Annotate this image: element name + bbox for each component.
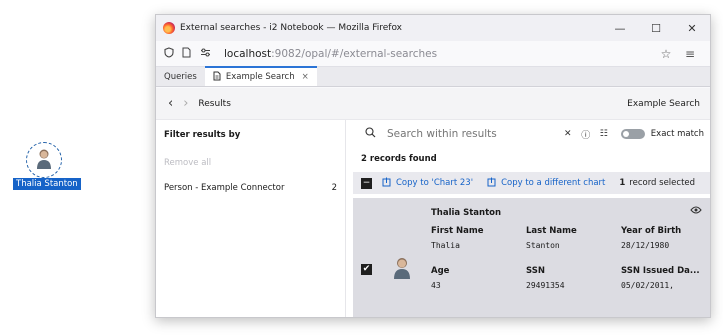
tab-close-icon[interactable]: × — [302, 72, 309, 82]
info-icon[interactable]: ⓘ — [577, 128, 595, 141]
url-host: localhost — [224, 47, 272, 60]
field-label-year-of-birth: Year of Birth — [621, 226, 682, 236]
selected-count: 1 — [619, 178, 626, 188]
selected-text: record selected — [629, 178, 696, 188]
copy-to-different-label: Copy to a different chart — [501, 178, 606, 188]
app-tab-bar: Queries Example Search × — [156, 66, 710, 87]
field-label-last-name: Last Name — [526, 226, 577, 236]
bookmark-star-icon[interactable]: ☆ — [654, 47, 678, 61]
navigation-bar: localhost:9082/opal/#/external-searches … — [156, 41, 710, 67]
field-value-first-name: Thalia — [431, 241, 460, 250]
field-label-ssn: SSN — [526, 266, 545, 276]
field-value-last-name: Stanton — [526, 241, 560, 250]
search-icon — [365, 127, 387, 141]
results-panel: ✕ ⓘ ☷ Exact match 2 records found − Copy… — [353, 120, 710, 317]
exact-match-label: Exact match — [650, 129, 704, 139]
maximize-button[interactable]: ☐ — [638, 22, 674, 35]
eye-icon[interactable] — [690, 206, 702, 217]
field-value-ssn: 29491354 — [526, 281, 565, 290]
copy-chart-icon — [382, 177, 391, 190]
result-record-row[interactable]: Thalia Stanton First Name Thalia Last Na… — [353, 198, 710, 317]
page-title: Results — [198, 98, 231, 109]
person-icon — [394, 258, 410, 279]
select-all-checkbox[interactable]: − — [361, 177, 372, 189]
filter-title: Filter results by — [164, 130, 241, 140]
selection-action-bar: − Copy to 'Chart 23' Copy to a different… — [353, 172, 710, 194]
exact-match-toggle[interactable] — [620, 129, 645, 139]
copy-to-chart-label: Copy to 'Chart 23' — [396, 178, 474, 188]
field-value-ssn-issued: 05/02/2011, — [621, 281, 674, 290]
breadcrumb: ‹ › Results Example Search — [156, 88, 710, 120]
results-count: 2 records found — [361, 154, 437, 164]
search-input[interactable] — [387, 128, 559, 140]
document-icon — [213, 71, 221, 84]
app-content: ‹ › Results Example Search Filter result… — [156, 88, 710, 317]
back-chevron-icon[interactable]: ‹ — [168, 96, 173, 111]
clear-search-icon[interactable]: ✕ — [559, 129, 577, 139]
search-name: Example Search — [627, 98, 700, 109]
person-icon — [37, 149, 51, 169]
minimize-button[interactable]: — — [602, 22, 638, 35]
permissions-icon[interactable] — [200, 47, 218, 60]
tab-queries[interactable]: Queries — [156, 67, 205, 86]
record-checkbox[interactable]: ✔ — [361, 264, 372, 275]
close-window-button[interactable]: ✕ — [674, 22, 710, 35]
field-value-age: 43 — [431, 281, 441, 290]
search-options-icon[interactable]: ☷ — [595, 129, 613, 139]
menu-hamburger-icon[interactable]: ≡ — [678, 47, 702, 61]
facet-label: Person - Example Connector — [164, 183, 285, 193]
tab-queries-label: Queries — [164, 71, 197, 82]
browser-window: External searches - i2 Notebook — Mozill… — [155, 14, 711, 318]
filter-panel: Filter results by Remove all Person - Ex… — [156, 120, 346, 317]
facet-count: 2 — [331, 183, 337, 193]
firefox-logo-icon — [163, 22, 175, 34]
copy-to-chart-button[interactable]: Copy to 'Chart 23' — [382, 177, 473, 190]
title-bar: External searches - i2 Notebook — Mozill… — [156, 15, 710, 41]
url-bar[interactable]: localhost:9082/opal/#/external-searches — [224, 48, 654, 60]
shield-icon[interactable] — [164, 46, 182, 61]
facet-item[interactable]: Person - Example Connector 2 — [156, 178, 345, 198]
tab-example-search-label: Example Search — [225, 72, 295, 82]
copy-different-icon — [487, 177, 496, 190]
remove-all-link[interactable]: Remove all — [156, 148, 345, 178]
forward-chevron-icon[interactable]: › — [183, 96, 188, 111]
record-title: Thalia Stanton — [431, 208, 502, 218]
page-icon — [182, 47, 200, 61]
entity-label: Thalia Stanton — [13, 178, 81, 190]
url-path: :9082/opal/#/external-searches — [271, 47, 438, 60]
field-label-age: Age — [431, 266, 450, 276]
field-value-year-of-birth: 28/12/1980 — [621, 241, 670, 250]
tab-example-search[interactable]: Example Search × — [204, 66, 317, 86]
copy-to-different-chart-button[interactable]: Copy to a different chart — [487, 177, 605, 190]
window-title: External searches - i2 Notebook — Mozill… — [180, 23, 403, 33]
field-label-ssn-issued: SSN Issued Da... — [621, 266, 700, 276]
field-label-first-name: First Name — [431, 226, 484, 236]
search-row: ✕ ⓘ ☷ Exact match — [353, 120, 710, 148]
